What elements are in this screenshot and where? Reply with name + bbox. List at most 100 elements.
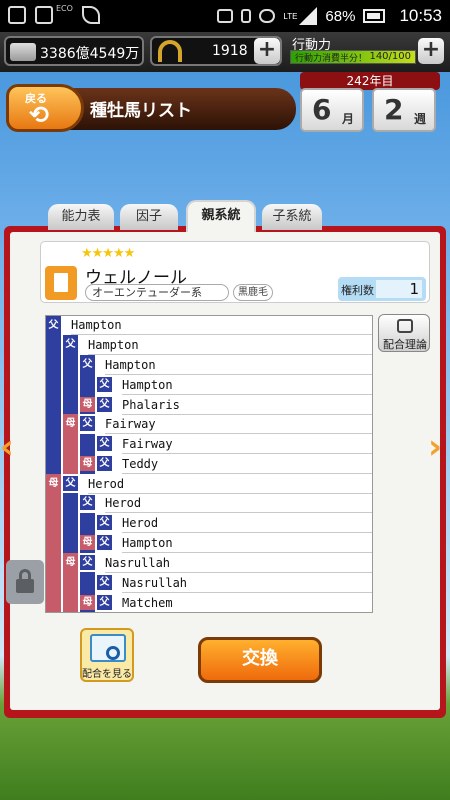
prev-arrow-button[interactable]: ‹ xyxy=(0,430,14,464)
horseshoe-count: 1918 xyxy=(212,43,248,59)
dam-tag: 母 xyxy=(63,555,78,570)
pedigree-g4-name: Matchem xyxy=(122,596,173,610)
rating-stars: ★★★★★ xyxy=(81,246,135,261)
pedigree-dam-sire-name: Herod xyxy=(88,475,372,494)
action-power-cost-label: 行動力消費半分！ xyxy=(295,54,368,64)
month-unit: 月 xyxy=(342,112,355,126)
month-card: 6 月 xyxy=(300,88,364,132)
pedigree-sire-sire-name: Hampton xyxy=(88,336,372,355)
add-horseshoe-button[interactable]: + xyxy=(254,38,280,64)
exchange-button[interactable]: 交換 xyxy=(198,637,322,683)
dam-sire-bar xyxy=(63,493,78,553)
bluetooth-icon xyxy=(241,9,252,23)
dam-generation-bar xyxy=(46,474,61,612)
sire-tag: 父 xyxy=(80,416,95,431)
sire-tag: 父 xyxy=(80,555,95,570)
pedigree-g4-name: Herod xyxy=(122,514,372,533)
dam-tag: 母 xyxy=(63,416,78,431)
lock-button[interactable] xyxy=(6,560,44,604)
sire-tag: 父 xyxy=(97,535,112,550)
next-arrow-button[interactable]: › xyxy=(428,430,442,464)
page-title: 種牡馬リスト xyxy=(90,101,192,121)
document-icon xyxy=(45,266,77,300)
rights-label: 権利数 xyxy=(341,284,374,297)
add-action-power-button[interactable]: + xyxy=(418,38,444,64)
sire-tag: 父 xyxy=(80,357,95,372)
book-icon xyxy=(397,319,413,333)
resource-bar: 3386億4549万 1918 + 行動力 行動力消費半分！ 140/100 + xyxy=(0,32,450,72)
sire-tag: 父 xyxy=(97,456,112,471)
dam-tag: 母 xyxy=(80,397,95,412)
signal-off-icon xyxy=(35,6,53,24)
pedigree-g4-name: Fairway xyxy=(122,435,372,454)
money-display: 3386億4549万 xyxy=(4,36,144,66)
money-amount: 3386億4549万 xyxy=(40,46,140,62)
back-arrow-icon: ⟲ xyxy=(29,101,50,129)
dam-tag: 母 xyxy=(80,456,95,471)
image-notification-icon xyxy=(8,6,26,24)
action-power-display: 行動力 行動力消費半分！ 140/100 xyxy=(290,34,418,68)
action-power-value: 140/100 xyxy=(369,51,411,62)
eco-mode-label: ECO xyxy=(56,4,73,13)
heart-icon xyxy=(259,9,276,23)
notification-icons: ECO xyxy=(8,4,100,24)
system-indicators: LTE 68% 10:53 xyxy=(217,6,442,26)
pedigree-g4-name: Hampton xyxy=(122,376,372,395)
voicemail-icon xyxy=(217,9,234,23)
pedigree-table: 父 母 父 父 母 母 父 父 父 父 母 母 母 母 父 父 父 父 父 父 … xyxy=(45,315,373,613)
pedigree-g4-name: Hampton xyxy=(122,534,372,553)
sire-tag: 父 xyxy=(63,337,78,352)
sire-tag: 父 xyxy=(80,495,95,510)
week-unit: 週 xyxy=(414,112,427,126)
view-mating-label: 配合を見る xyxy=(82,669,132,680)
dam-tag: 母 xyxy=(46,476,61,491)
tab-child-line[interactable]: 子系統 xyxy=(262,204,322,230)
sire-tag: 父 xyxy=(97,575,112,590)
pedigree-g3-name: Herod xyxy=(105,494,372,513)
coat-color-label: 黒鹿毛 xyxy=(233,284,273,301)
clock: 10:53 xyxy=(399,6,442,25)
dam-tag: 母 xyxy=(80,595,95,610)
month-value: 6 xyxy=(312,93,332,126)
battery-icon xyxy=(363,9,386,23)
sire-tag: 父 xyxy=(63,476,78,491)
magnifier-icon xyxy=(106,646,120,660)
pedigree-g3-name: Hampton xyxy=(105,356,372,375)
mating-theory-label: 配合理論 xyxy=(383,338,427,351)
lineage-label: オーエンテューダー系 xyxy=(85,284,229,301)
pedigree-g4-name: Teddy xyxy=(122,455,372,474)
leaf-icon xyxy=(81,6,100,24)
week-value: 2 xyxy=(384,93,404,126)
tab-ability[interactable]: 能力表 xyxy=(48,204,114,230)
network-type-label: LTE xyxy=(283,11,298,21)
sire-tag: 父 xyxy=(97,436,112,451)
horseshoe-icon xyxy=(158,40,182,62)
sire-tag: 父 xyxy=(46,318,61,333)
pedigree-g4-name: Nasrullah xyxy=(122,574,372,593)
tab-factor[interactable]: 因子 xyxy=(120,204,178,230)
sire-tag: 父 xyxy=(97,515,112,530)
horse-info-card: ★★★★★ ウェルノール オーエンテューダー系 黒鹿毛 権利数 1 xyxy=(40,241,430,303)
view-mating-button[interactable]: 配合を見る xyxy=(80,628,134,682)
sire-generation-bar xyxy=(46,316,61,474)
mating-theory-button[interactable]: 配合理論 xyxy=(378,314,430,352)
lock-icon xyxy=(16,579,34,593)
week-card: 2 週 xyxy=(372,88,436,132)
sire-tag: 父 xyxy=(97,595,112,610)
battery-percent: 68% xyxy=(325,7,356,25)
back-button[interactable]: 戻る ⟲ xyxy=(6,84,84,132)
rights-count-box: 権利数 1 xyxy=(338,277,426,301)
sire-tag: 父 xyxy=(97,397,112,412)
rights-value: 1 xyxy=(376,280,422,298)
cell-signal-icon xyxy=(299,7,318,25)
money-icon xyxy=(10,43,36,61)
pedigree-g4-name: Phalaris xyxy=(122,396,372,415)
sire-tag: 父 xyxy=(97,377,112,392)
tab-parent-line[interactable]: 親系統 xyxy=(186,200,256,232)
status-bar: ECO LTE 68% 10:53 xyxy=(0,0,450,32)
dam-tag: 母 xyxy=(80,535,95,550)
pedigree-g3-name: Nasrullah xyxy=(105,554,372,573)
pedigree-g3-name: Fairway xyxy=(105,415,372,434)
pedigree-sire-name: Hampton xyxy=(71,316,372,335)
action-power-bar: 行動力消費半分！ 140/100 xyxy=(290,50,416,64)
